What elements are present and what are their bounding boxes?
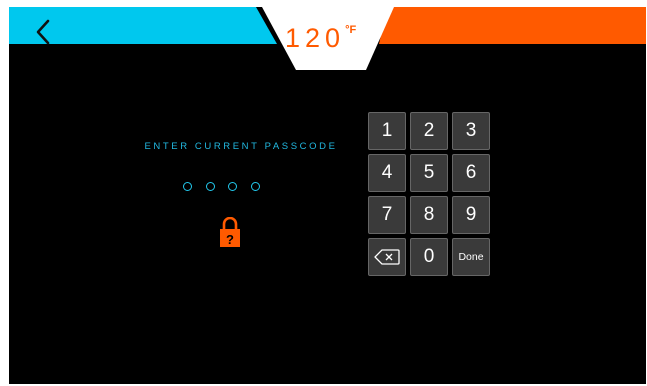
- back-button[interactable]: [27, 15, 61, 49]
- key-8[interactable]: 8: [410, 196, 448, 234]
- passcode-dot: [228, 182, 237, 191]
- key-9[interactable]: 9: [452, 196, 490, 234]
- passcode-dot: [250, 182, 260, 191]
- backspace-icon: [374, 249, 400, 265]
- padlock-question-icon: ?: [220, 217, 240, 247]
- key-5[interactable]: 5: [410, 154, 448, 192]
- key-3[interactable]: 3: [452, 112, 490, 150]
- numeric-keypad: 1 2 3 4 5 6 7 8 9 0 Done: [368, 112, 494, 280]
- passcode-dot: [183, 182, 192, 191]
- done-button[interactable]: Done: [452, 238, 490, 276]
- app-screen: 120°F ENTER CURRENT PASSCODE ? 1 2 3 4 5…: [9, 7, 646, 384]
- header-right-band: [379, 7, 646, 44]
- passcode-dot: [205, 182, 215, 191]
- chevron-left-icon: [36, 19, 50, 45]
- passcode-dots: [183, 182, 260, 194]
- key-1[interactable]: 1: [368, 112, 406, 150]
- key-7[interactable]: 7: [368, 196, 406, 234]
- backspace-key[interactable]: [368, 238, 406, 276]
- key-4[interactable]: 4: [368, 154, 406, 192]
- svg-text:?: ?: [226, 232, 234, 247]
- passcode-prompt: ENTER CURRENT PASSCODE: [144, 141, 338, 152]
- temperature-unit: °F: [345, 24, 357, 36]
- key-0[interactable]: 0: [410, 238, 448, 276]
- temperature-readout: 120°F: [285, 22, 375, 54]
- key-2[interactable]: 2: [410, 112, 448, 150]
- key-6[interactable]: 6: [452, 154, 490, 192]
- temperature-value: 120: [285, 23, 346, 53]
